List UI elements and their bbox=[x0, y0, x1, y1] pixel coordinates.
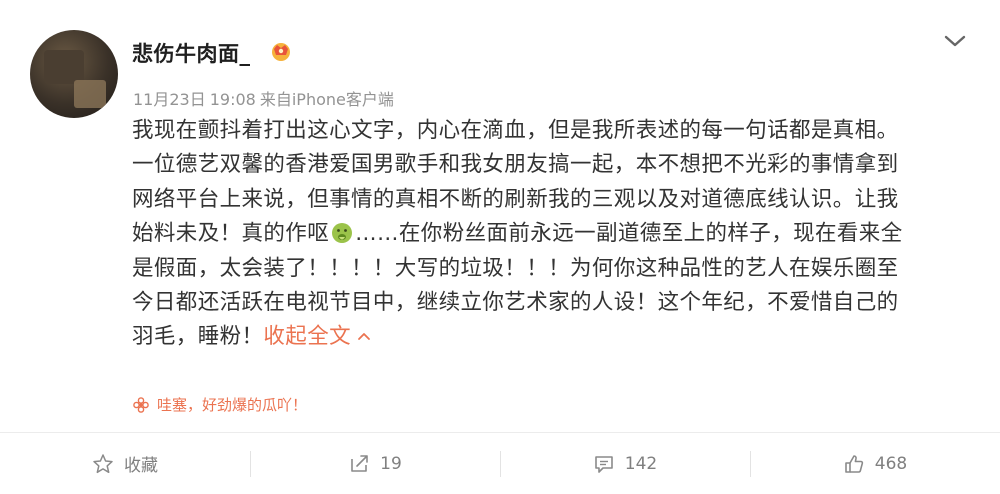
comment-button[interactable]: 142 bbox=[500, 433, 750, 494]
comment-count: 142 bbox=[624, 453, 658, 474]
vip-crown-icon[interactable] bbox=[268, 40, 294, 62]
vomit-emoji-icon bbox=[332, 223, 353, 244]
post-source: 来自iPhone客户端 bbox=[259, 90, 394, 109]
favorite-button[interactable]: 收藏 bbox=[0, 433, 250, 494]
like-count: 468 bbox=[874, 453, 908, 474]
content-line: 一位德艺双馨的香港爱国男歌手和我女朋友搞一起，本不想把不光彩的事情拿到 bbox=[132, 152, 899, 178]
content-text: ……在你粉丝面前永远一副道德至上的样子，现在看来全 bbox=[355, 221, 903, 247]
collapse-label: 收起全文 bbox=[263, 324, 352, 350]
content-line: 羽毛，睡粉！收起全文 bbox=[132, 320, 978, 354]
repost-button[interactable]: 19 bbox=[250, 433, 500, 494]
post-date[interactable]: 11月23日 bbox=[133, 90, 206, 109]
star-icon bbox=[93, 453, 113, 473]
content-text: 始料未及！真的作呕 bbox=[132, 221, 330, 247]
comment-icon bbox=[594, 455, 613, 473]
content-line: 始料未及！真的作呕 ……在你粉丝面前永远一副道德至上的样子，现在看来全 bbox=[132, 217, 978, 251]
like-button[interactable]: 468 bbox=[750, 433, 1000, 494]
avatar-image-detail bbox=[44, 50, 84, 84]
chevron-down-icon[interactable] bbox=[940, 30, 970, 52]
repost-count: 19 bbox=[380, 453, 402, 474]
username[interactable]: 悲伤牛肉面_ bbox=[132, 38, 251, 68]
content-line: 网络平台上来说，但事情的真相不断的刷新我的三观以及对道德底线认识。让我 bbox=[132, 186, 899, 212]
content-text: 羽毛，睡粉！ bbox=[132, 324, 264, 350]
avatar[interactable] bbox=[30, 30, 118, 118]
source-tag[interactable]: 哇塞，好劲爆的瓜吖！ bbox=[133, 394, 307, 415]
thumbs-up-icon bbox=[844, 454, 863, 473]
repost-icon bbox=[351, 454, 368, 472]
action-bar: 收藏 19 142 468 bbox=[0, 433, 1000, 494]
content-line: 是假面，太会装了！！！！大写的垃圾！！！为何你这种品性的艺人在娱乐圈至 bbox=[132, 255, 899, 281]
post-time[interactable]: 19:08 bbox=[210, 90, 256, 109]
favorite-label: 收藏 bbox=[124, 456, 158, 476]
content-line: 我现在颤抖着打出这心文字，内心在滴血，但是我所表述的每一句话都是真相。 bbox=[132, 118, 899, 143]
weibo-post: 悲伤牛肉面_ 11月23日 19:08 来自iPhone客户端 我现在颤抖着打出这心… bbox=[0, 0, 1000, 494]
avatar-image-detail bbox=[74, 80, 106, 108]
collapse-text-link[interactable]: 收起全文 bbox=[263, 324, 371, 349]
content-line: 今日都还活跃在电视节目中，继续立你艺术家的人设！这个年纪，不爱惜自己的 bbox=[132, 289, 899, 315]
chevron-up-icon bbox=[358, 333, 370, 341]
post-meta: 11月23日 19:08 来自iPhone客户端 bbox=[133, 86, 398, 110]
source-tag-label: 哇塞，好劲爆的瓜吖！ bbox=[157, 396, 308, 414]
flower-icon bbox=[133, 396, 149, 413]
post-content: 我现在颤抖着打出这心文字，内心在滴血，但是我所表述的每一句话都是真相。 一位德艺… bbox=[132, 114, 978, 355]
